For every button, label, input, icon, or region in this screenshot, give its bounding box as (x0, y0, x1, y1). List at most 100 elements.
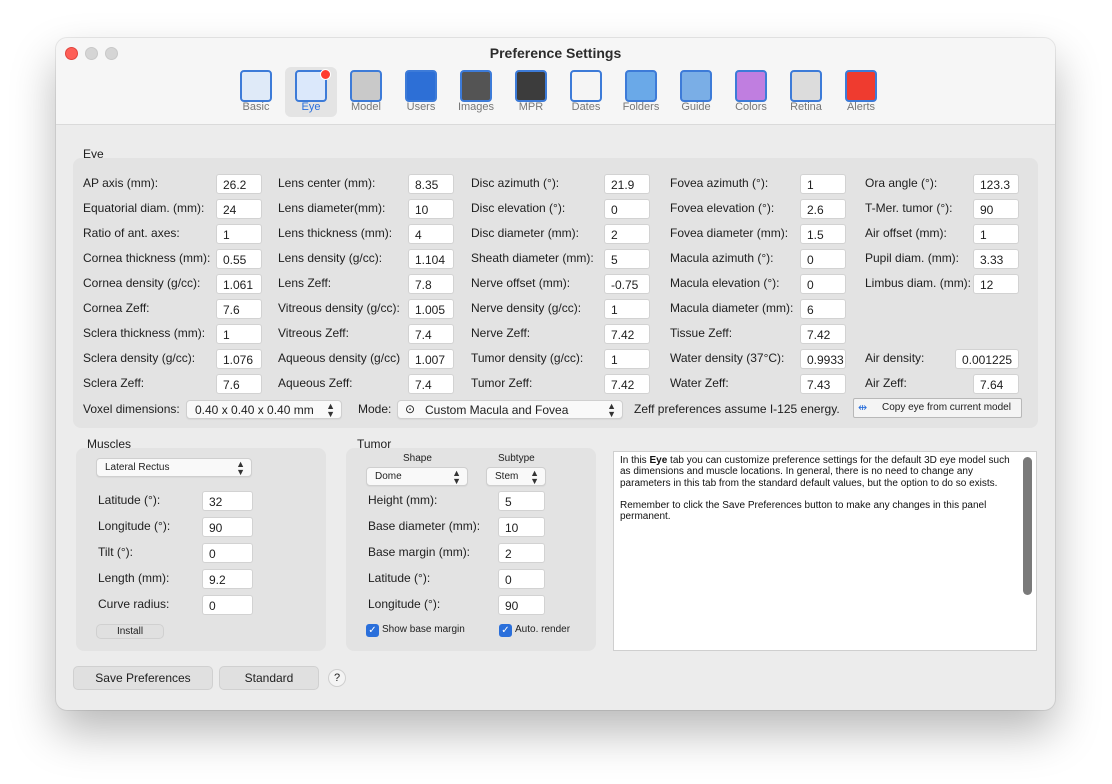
toolbar-item-mpr[interactable]: MPR (505, 67, 557, 117)
tumor-param-field[interactable]: 0 (498, 569, 545, 589)
eye-param-field[interactable]: 1 (216, 224, 262, 244)
eye-param-label: Nerve density (g/cc): (471, 301, 582, 315)
toolbar-item-eye[interactable]: Eye (285, 67, 337, 117)
eye-param-field[interactable]: 7.42 (800, 324, 846, 344)
install-button[interactable]: Install (96, 624, 164, 639)
toolbar-item-dates[interactable]: Dates (560, 67, 612, 117)
toolbar-item-retina[interactable]: Retina (780, 67, 832, 117)
eye-param-field[interactable]: 3.33 (973, 249, 1019, 269)
eye-param-field[interactable]: 4 (408, 224, 454, 244)
eye-param-field[interactable]: 1 (973, 224, 1019, 244)
eye-param-label: Ora angle (°): (865, 176, 938, 190)
eye-param-label: Water Zeff: (670, 376, 729, 390)
toolbar-item-users[interactable]: Users (395, 67, 447, 117)
title-bar: Preference Settings Basic Eye Model Users Im… (56, 38, 1055, 125)
eye-param-field[interactable]: 26.2 (216, 174, 262, 194)
eye-param-field[interactable]: 1.076 (216, 349, 262, 369)
eye-param-label: Air density: (865, 351, 925, 365)
muscle-param-label: Tilt (°): (98, 545, 134, 559)
toolbar-item-guide[interactable]: Guide (670, 67, 722, 117)
toolbar-item-images[interactable]: Images (450, 67, 502, 117)
subtype-dropdown[interactable]: Stem ▲ ▼ (486, 467, 546, 486)
tumor-param-field[interactable]: 10 (498, 517, 545, 537)
eye-param-field[interactable]: 1.104 (408, 249, 454, 269)
shape-dropdown[interactable]: Dome ▲ ▼ (366, 467, 468, 486)
auto-render-label: Auto. render (515, 624, 571, 635)
eye-param-field[interactable]: 0 (604, 199, 650, 219)
eye-param-field[interactable]: 90 (973, 199, 1019, 219)
eye-param-field[interactable]: 0.9933 (800, 349, 846, 369)
eye-param-field[interactable]: 7.6 (216, 299, 262, 319)
standard-button[interactable]: Standard (219, 666, 319, 690)
copy-eye-button[interactable]: ⇹ Copy eye from current model (853, 398, 1022, 418)
eye-param-field[interactable]: 1.005 (408, 299, 454, 319)
show-base-margin-checkbox[interactable]: ✓ (366, 624, 379, 637)
eye-param-field[interactable]: 7.8 (408, 274, 454, 294)
muscle-param-field[interactable]: 32 (202, 491, 253, 511)
mode-value: Custom Macula and Fovea (425, 403, 569, 417)
toolbar-item-folders[interactable]: Folders (615, 67, 667, 117)
eye-param-field[interactable]: 2.6 (800, 199, 846, 219)
toolbar-item-colors[interactable]: Colors (725, 67, 777, 117)
eye-param-field[interactable]: 5 (604, 249, 650, 269)
eye-param-field[interactable]: 1 (604, 349, 650, 369)
tumor-param-field[interactable]: 2 (498, 543, 545, 563)
eye-param-field[interactable]: 0.55 (216, 249, 262, 269)
eye-param-field[interactable]: 10 (408, 199, 454, 219)
eye-param-field[interactable]: 7.64 (973, 374, 1019, 394)
eye-param-field[interactable]: 1 (604, 299, 650, 319)
eye-param-field[interactable]: 1.061 (216, 274, 262, 294)
eye-param-label: Nerve Zeff: (471, 326, 531, 340)
eye-param-field[interactable]: 1 (800, 174, 846, 194)
eye-param-field[interactable]: 6 (800, 299, 846, 319)
eye-param-field[interactable]: 7.42 (604, 324, 650, 344)
eye-param-field[interactable]: 21.9 (604, 174, 650, 194)
eye-param-label: AP axis (mm): (83, 176, 159, 190)
eye-param-field[interactable]: 7.6 (216, 374, 262, 394)
muscle-select-dropdown[interactable]: Lateral Rectus ▲ ▼ (96, 458, 252, 477)
eye-param-label: Nerve offset (mm): (471, 276, 571, 290)
eye-param-field[interactable]: 24 (216, 199, 262, 219)
eye-param-field[interactable]: 7.4 (408, 324, 454, 344)
eye-param-field[interactable]: 1 (216, 324, 262, 344)
toolbar-item-alerts[interactable]: Alerts (835, 67, 887, 117)
eye-param-field[interactable]: 8.35 (408, 174, 454, 194)
eye-param-label: Limbus diam. (mm): (865, 276, 972, 290)
help-button[interactable]: ? (328, 669, 346, 687)
tumor-param-field[interactable]: 90 (498, 595, 545, 615)
eye-param-field[interactable]: 1.007 (408, 349, 454, 369)
eye-param-field[interactable]: 0 (800, 249, 846, 269)
toolbar-item-basic[interactable]: Basic (230, 67, 282, 117)
help-text-panel[interactable]: In this Eye tab you can customize prefer… (613, 451, 1037, 651)
tumor-param-field[interactable]: 5 (498, 491, 545, 511)
toolbar-item-model[interactable]: Model (340, 67, 392, 117)
muscle-param-field[interactable]: 0 (202, 543, 253, 563)
eye-param-field[interactable]: 2 (604, 224, 650, 244)
voxel-dimensions-dropdown[interactable]: 0.40 x 0.40 x 0.40 mm ▲ ▼ (186, 400, 342, 419)
eye-param-label: Fovea azimuth (°): (670, 176, 769, 190)
eye-param-label: Disc azimuth (°): (471, 176, 560, 190)
eye-param-label: Tissue Zeff: (670, 326, 733, 340)
eye-param-field[interactable]: 7.42 (604, 374, 650, 394)
eye-param-field[interactable]: 7.43 (800, 374, 846, 394)
eye-param-label: Cornea Zeff: (83, 301, 150, 315)
eye-param-field[interactable]: 0 (800, 274, 846, 294)
save-preferences-button[interactable]: Save Preferences (73, 666, 213, 690)
muscle-param-field[interactable]: 0 (202, 595, 253, 615)
auto-render-checkbox[interactable]: ✓ (499, 624, 512, 637)
alert-icon (845, 70, 877, 102)
eye-param-label: Aqueous Zeff: (278, 376, 353, 390)
muscle-param-field[interactable]: 9.2 (202, 569, 253, 589)
eye-param-label: Aqueous density (g/cc) (278, 351, 401, 365)
eye-param-field[interactable]: 0.001225 (955, 349, 1019, 369)
mode-dropdown[interactable]: ⊙ Custom Macula and Fovea ▲ ▼ (397, 400, 623, 419)
eye-param-field[interactable]: 12 (973, 274, 1019, 294)
model-icon (350, 70, 382, 102)
eye-param-field[interactable]: 123.3 (973, 174, 1019, 194)
eye-param-field[interactable]: 1.5 (800, 224, 846, 244)
eye-param-field[interactable]: -0.75 (604, 274, 650, 294)
eye-param-field[interactable]: 7.4 (408, 374, 454, 394)
chevron-updown-icon: ▲ ▼ (236, 459, 245, 477)
help-scrollbar[interactable] (1023, 457, 1032, 595)
muscle-param-field[interactable]: 90 (202, 517, 253, 537)
